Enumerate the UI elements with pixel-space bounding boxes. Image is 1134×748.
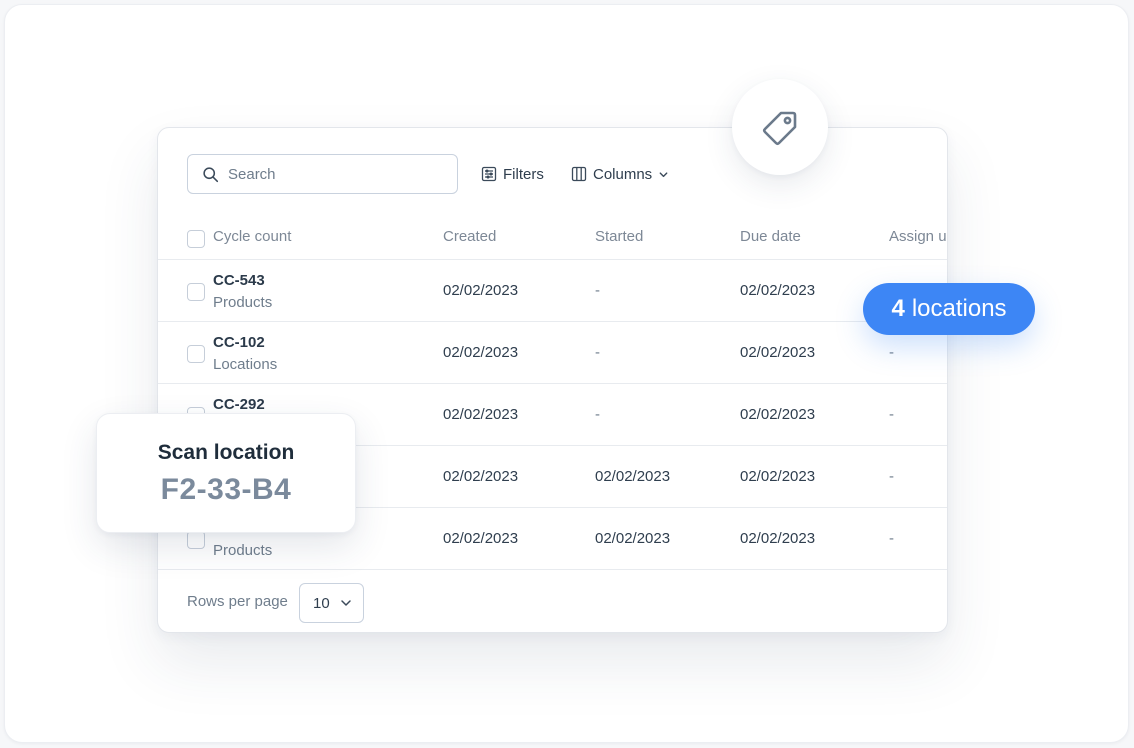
scan-location-value: F2-33-B4 [160, 473, 292, 506]
cycle-count-table-card: Filters Columns Cycle count Created Star… [157, 127, 948, 633]
filter-list-icon [481, 166, 497, 182]
row-checkbox[interactable] [187, 345, 205, 363]
created-date: 02/02/2023 [443, 406, 519, 423]
tag-bubble [732, 79, 828, 175]
search-box[interactable] [187, 154, 458, 194]
table-header: Cycle count Created Started Due date Ass… [158, 218, 947, 260]
cycle-count-type: Products [213, 294, 273, 311]
due-date: 02/02/2023 [740, 530, 816, 547]
started-date: 02/02/2023 [595, 468, 671, 485]
assignee: - [889, 530, 894, 547]
started-date: - [595, 344, 600, 361]
assignee: - [889, 344, 894, 361]
due-date: 02/02/2023 [740, 468, 816, 485]
scan-location-title: Scan location [157, 441, 295, 464]
scan-location-card: Scan location F2-33-B4 [96, 413, 356, 533]
assignee: - [889, 406, 894, 423]
due-date: 02/02/2023 [740, 282, 816, 299]
filters-button[interactable]: Filters [481, 162, 544, 186]
created-date: 02/02/2023 [443, 468, 519, 485]
started-date: - [595, 406, 600, 423]
rows-per-page-label: Rows per page [187, 593, 288, 610]
table-toolbar: Filters Columns [158, 128, 947, 218]
locations-label: locations [911, 295, 1007, 322]
row-checkbox[interactable] [187, 283, 205, 301]
table-row[interactable]: CC-102 Locations 02/02/2023 - 02/02/2023… [158, 322, 947, 384]
cycle-count-type: Locations [213, 356, 278, 373]
header-created[interactable]: Created [443, 228, 496, 245]
table-footer: Rows per page 10 [158, 572, 947, 632]
cycle-count-id[interactable]: CC-543 [213, 272, 265, 289]
header-due-date[interactable]: Due date [740, 228, 801, 245]
rows-per-page-value: 10 [313, 594, 330, 612]
created-date: 02/02/2023 [443, 282, 519, 299]
locations-count: 4 [891, 295, 905, 322]
chevron-down-icon [340, 600, 351, 606]
table-row[interactable]: CC-543 Products 02/02/2023 - 02/02/2023 [158, 260, 947, 322]
assignee: - [889, 468, 894, 485]
columns-button[interactable]: Columns [571, 162, 669, 186]
cycle-count-id[interactable]: CC-292 [213, 396, 265, 413]
search-icon [203, 166, 219, 182]
tag-icon [762, 111, 797, 146]
due-date: 02/02/2023 [740, 344, 816, 361]
created-date: 02/02/2023 [443, 344, 519, 361]
header-assign[interactable]: Assign u [889, 228, 947, 245]
cycle-count-type: Products [213, 542, 273, 559]
row-checkbox[interactable] [187, 531, 205, 549]
chevron-down-icon [659, 171, 668, 177]
rows-per-page-select[interactable]: 10 [299, 583, 364, 623]
select-all-checkbox[interactable] [187, 230, 205, 248]
columns-label: Columns [593, 165, 653, 183]
locations-count-badge: 4 locations [863, 283, 1035, 335]
columns-icon [571, 166, 587, 182]
filters-label: Filters [503, 165, 544, 183]
search-input[interactable] [228, 165, 428, 183]
created-date: 02/02/2023 [443, 530, 519, 547]
started-date: - [595, 282, 600, 299]
started-date: 02/02/2023 [595, 530, 671, 547]
due-date: 02/02/2023 [740, 406, 816, 423]
cycle-count-id[interactable]: CC-102 [213, 334, 265, 351]
header-cycle-count[interactable]: Cycle count [213, 228, 291, 245]
header-started[interactable]: Started [595, 228, 643, 245]
